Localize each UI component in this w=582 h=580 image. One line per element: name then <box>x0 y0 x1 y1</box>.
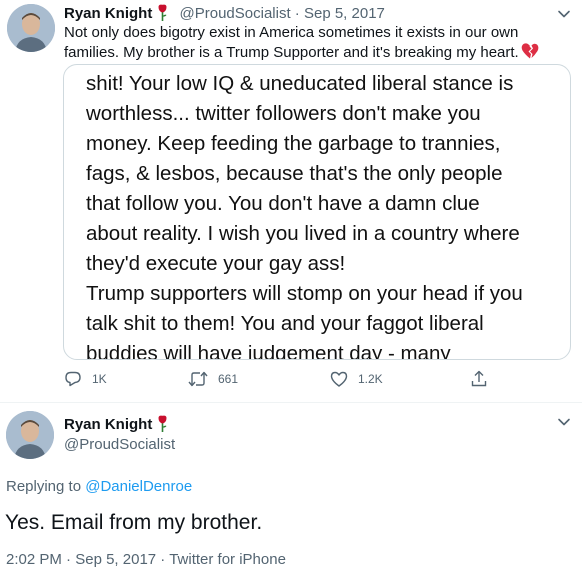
tweet-text: Not only does bigotry exist in America s… <box>64 23 564 65</box>
email-line: buddies will have judgement day - many <box>86 342 451 360</box>
replying-to: Replying to @DanielDenroe <box>6 477 192 497</box>
avatar[interactable] <box>7 4 55 52</box>
tweet-source[interactable]: Twitter for iPhone <box>169 551 286 568</box>
reply-button[interactable]: 1K <box>64 370 107 388</box>
author-handle[interactable]: @ProudSocialist <box>64 435 175 455</box>
reply-icon <box>65 371 81 387</box>
chevron-down-icon[interactable] <box>556 414 572 430</box>
reply-count: 1K <box>92 372 107 386</box>
retweet-icon <box>188 371 208 387</box>
retweet-button[interactable]: 661 <box>188 370 238 388</box>
email-line: Trump supporters will stomp on your head… <box>86 282 523 305</box>
email-line: worthless... twitter followers don't mak… <box>86 102 481 125</box>
email-line: money. Keep feeding the garbage to trann… <box>86 132 501 155</box>
email-line: they'd execute your gay ass! <box>86 252 346 275</box>
replying-to-link[interactable]: @DanielDenroe <box>85 478 192 495</box>
chevron-down-icon[interactable] <box>556 6 572 22</box>
email-line: about reality. I wish you lived in a cou… <box>86 222 520 245</box>
email-line: talk shit to them! You and your faggot l… <box>86 312 484 335</box>
separator: · <box>294 5 300 22</box>
tweet-time[interactable]: 2:02 PM <box>6 551 62 568</box>
tweet-date[interactable]: Sep 5, 2017 <box>304 5 385 22</box>
email-line: fags, & lesbos, because that's the only … <box>86 162 503 185</box>
separator: · <box>66 551 72 568</box>
email-text: shit! Your low IQ & uneducated liberal s… <box>86 69 566 360</box>
avatar[interactable] <box>6 411 54 459</box>
retweet-count: 661 <box>218 372 239 386</box>
author-name[interactable]: Ryan Knight <box>64 416 152 433</box>
like-icon <box>330 371 348 387</box>
email-line: that follow you. You don't have a damn c… <box>86 192 480 215</box>
like-count: 1.2K <box>358 372 383 386</box>
author-name[interactable]: Ryan Knight <box>64 5 152 22</box>
broken-heart-icon <box>521 43 539 65</box>
divider <box>0 402 582 403</box>
replying-to-prefix: Replying to <box>6 478 82 495</box>
share-button[interactable] <box>470 370 498 388</box>
like-button[interactable]: 1.2K <box>330 370 383 388</box>
separator: · <box>160 551 166 568</box>
tweet-date[interactable]: Sep 5, 2017 <box>75 551 156 568</box>
tweet-meta: 2:02 PM · Sep 5, 2017 · Twitter for iPho… <box>6 550 286 570</box>
author-handle[interactable]: @ProudSocialist <box>180 5 291 22</box>
tweet-actions: 1K 661 1.2K <box>64 370 494 392</box>
attached-image[interactable]: shit! Your low IQ & uneducated liberal s… <box>63 64 571 360</box>
share-icon <box>471 370 487 387</box>
tweet-text: Yes. Email from my brother. <box>5 511 263 534</box>
email-line: shit! Your low IQ & uneducated liberal s… <box>86 72 514 95</box>
